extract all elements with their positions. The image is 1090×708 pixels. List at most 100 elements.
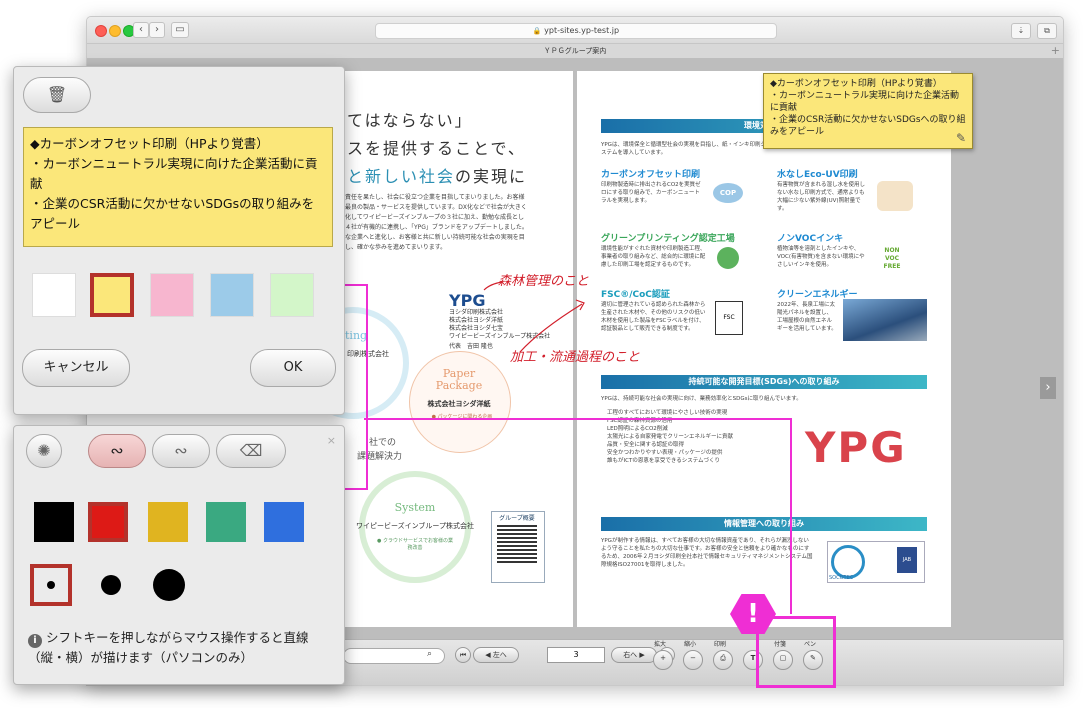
- paper-company: 株式会社ヨシダ洋紙: [427, 400, 491, 408]
- trash-icon[interactable]: 🗑: [23, 77, 91, 113]
- pen-color-black[interactable]: [34, 502, 74, 542]
- sticky-line-1: ◆カーボンオフセット印刷（HPより覚書）: [770, 79, 942, 89]
- note-text: ・企業のCSR活動に欠かせないSDGsの取り組みを アピール: [30, 196, 315, 231]
- tabs-overview-icon[interactable]: ⧉: [1037, 23, 1057, 39]
- back-icon[interactable]: ‹: [133, 22, 149, 38]
- sidebar-icon[interactable]: ▭: [171, 22, 189, 38]
- loading-spinner-icon[interactable]: ✺: [26, 434, 62, 468]
- paper-label-2: Package: [435, 379, 483, 392]
- handwritten-arrows: [483, 281, 585, 353]
- highlight-box-left: [344, 284, 368, 490]
- system-sub: ● クラウドサービスでお客様の業務改善: [377, 538, 453, 551]
- left-body-text: の責任を果たし、社会に役立つ企業を目指してまいりました。お客様に最良の製品・サー…: [339, 194, 528, 251]
- close-window-button[interactable]: [95, 25, 107, 37]
- green-printing-logo: [717, 247, 739, 269]
- sdgs-item: 品質・安全に関する認証の取得: [607, 442, 685, 448]
- sdgs-item: LED照明によるCO2削減: [607, 426, 668, 432]
- note-textarea[interactable]: ◆カーボンオフセット印刷（HPより覚書） ・カーボンニュートラル実現に向けた企業…: [23, 127, 333, 247]
- pen-size-large[interactable]: [148, 564, 190, 606]
- pen-color-yellow[interactable]: [148, 502, 188, 542]
- note-color-white[interactable]: [32, 273, 76, 317]
- note-text: ・カーボンニュートラル実現に向けた企業活動に貢献: [30, 156, 318, 191]
- pen-size-small[interactable]: [30, 564, 72, 606]
- page-number-field[interactable]: 3: [547, 647, 605, 663]
- pen-size-medium[interactable]: [90, 564, 132, 606]
- clean-energy-text: 2022年、長泉工場に太陽光パネルを設置し、工場屋根の自然エネルギーを活用してい…: [777, 302, 837, 332]
- ok-button[interactable]: OK: [250, 349, 336, 387]
- first-page-button[interactable]: ⏮: [455, 647, 471, 663]
- tab-bar[interactable]: ＹＰＧグループ案内 +: [87, 44, 1063, 59]
- headline-rest: の実現に: [455, 167, 528, 186]
- note-text: ◆カーボンオフセット印刷（HPより覚書）: [30, 136, 269, 151]
- note-color-green[interactable]: [270, 273, 314, 317]
- socotec-label: SOCOTEC: [829, 575, 854, 581]
- sdgs-item: 工程のすべてにおいて環境にやさしい技術の実現: [607, 410, 728, 416]
- connector-line-vertical: [790, 418, 792, 614]
- section-band-info: 情報管理への取り組み: [601, 517, 927, 531]
- pen-hint: i シフトキーを押しながらマウス操作すると直線（縦・横）が描けます（パソコンのみ）: [28, 628, 338, 668]
- system-label: System: [394, 501, 436, 514]
- non-voc-text: 植物油等を溶剤としたインキや、VOC(有害物質)を含まない環境にやさしいインキを…: [777, 246, 865, 268]
- note-color-blue[interactable]: [210, 273, 254, 317]
- eco-uv-text: 有害物質が含まれる湿し水を使用しない水なし印刷方式で、通常よりも大幅に少ない紫外…: [777, 182, 866, 212]
- qr-code-icon: [497, 523, 537, 563]
- pen-hint-text: シフトキーを押しながらマウス操作すると直線（縦・横）が描けます（パソコンのみ）: [28, 630, 309, 665]
- headline-teal: と新しい社会: [347, 167, 456, 186]
- carbon-offset-text: 印刷物製造時に排出されるCO2を実質ゼロにする取り組みで、カーボンニュートラルを…: [601, 182, 701, 204]
- cancel-button[interactable]: キャンセル: [22, 349, 130, 387]
- connector-line: [364, 418, 792, 420]
- next-page-arrow[interactable]: ›: [1040, 377, 1056, 399]
- sdgs-intro: YPGは、持続可能な社会の実現に向け、業務効率化とSDGsに取り組んでいます。: [601, 396, 802, 402]
- green-printing-text: 環境性能がすぐれた資材や印刷製造工程、事業者の取り組みなど、総合的に環境に配慮し…: [601, 246, 706, 268]
- headline-line-1: てはならない」: [347, 111, 473, 130]
- next-page-button[interactable]: 右へ ▶: [611, 647, 657, 663]
- sticky-note[interactable]: ◆カーボンオフセット印刷（HPより覚書） ・カーボンニュートラル実現に向けた企業…: [763, 73, 973, 149]
- print-icon[interactable]: ⎙: [713, 650, 733, 670]
- section-band-sdgs: 持続可能な開発目標(SDGs)への取り組み: [601, 375, 927, 389]
- dot-medium: [101, 575, 121, 595]
- print-label: 印刷: [713, 641, 726, 648]
- ypg-sdgs-graphic: YPG: [805, 423, 907, 472]
- forward-icon[interactable]: ›: [149, 22, 165, 38]
- pen-color-red[interactable]: [88, 502, 128, 542]
- dot-small: [47, 581, 55, 589]
- eraser-icon[interactable]: ⌫: [216, 434, 286, 468]
- zoom-in-icon[interactable]: +: [653, 650, 673, 670]
- headline-line-3: と新しい社会の実現に: [347, 163, 527, 187]
- info-icon: i: [28, 634, 42, 648]
- edit-pencil-icon[interactable]: ✎: [956, 132, 966, 144]
- dot-large: [153, 569, 185, 601]
- note-color-pink[interactable]: [150, 273, 194, 317]
- zoom-out-icon[interactable]: −: [683, 650, 703, 670]
- pen-color-green[interactable]: [206, 502, 246, 542]
- cop-logo: COP: [713, 183, 743, 203]
- center-text-1: 社での: [369, 438, 397, 448]
- prev-page-button[interactable]: ◀ 左へ: [473, 647, 519, 663]
- tab-title[interactable]: ＹＰＧグループ案内: [544, 47, 607, 55]
- jab-logo: JAB: [897, 547, 917, 573]
- sdgs-item: 誰もがICTの恩恵を享受できるシステムづくり: [607, 458, 721, 464]
- info-management-text: YPGが制作する情報は、すべてお客様の大切な情報資産であり、それらが漏洩しないよ…: [601, 538, 813, 568]
- green-printing-heading: グリーンプリンティング認定工場: [601, 234, 735, 244]
- lock-icon: 🔒: [532, 27, 542, 35]
- new-tab-button[interactable]: +: [1051, 44, 1060, 58]
- address-bar[interactable]: 🔒 ypt-sites.yp-test.jp: [375, 23, 777, 39]
- url-text: ypt-sites.yp-test.jp: [544, 26, 620, 35]
- socotec-logo: [831, 545, 865, 579]
- sticky-line-2: ・カーボンニュートラル実現に向けた企業活動に貢献: [770, 91, 960, 113]
- note-color-yellow[interactable]: [90, 273, 134, 317]
- pen-draw-icon[interactable]: ∾: [88, 434, 146, 468]
- non-voc-heading: ノンVOCインキ: [777, 234, 844, 244]
- pen-tool-panel: × ✺ ∾ ∾ ⌫ i シフトキーを押しながらマウス操作すると直線（縦・横）が描け…: [13, 425, 345, 685]
- download-icon[interactable]: ⇣: [1011, 23, 1031, 39]
- note-edit-panel: 🗑 ◆カーボンオフセット印刷（HPより覚書） ・カーボンニュートラル実現に向けた…: [13, 66, 345, 415]
- fsc-logo: FSC: [715, 301, 743, 335]
- pen-color-blue[interactable]: [264, 502, 304, 542]
- zoom-out-label: 縮小: [683, 641, 696, 648]
- minimize-window-button[interactable]: [109, 25, 121, 37]
- search-icon[interactable]: ⌕: [427, 649, 432, 659]
- highlighter-icon[interactable]: ∾: [152, 434, 210, 468]
- solar-panel-photo: [843, 299, 927, 341]
- close-icon[interactable]: ×: [327, 434, 336, 447]
- qr-title: グループ概要: [499, 515, 535, 522]
